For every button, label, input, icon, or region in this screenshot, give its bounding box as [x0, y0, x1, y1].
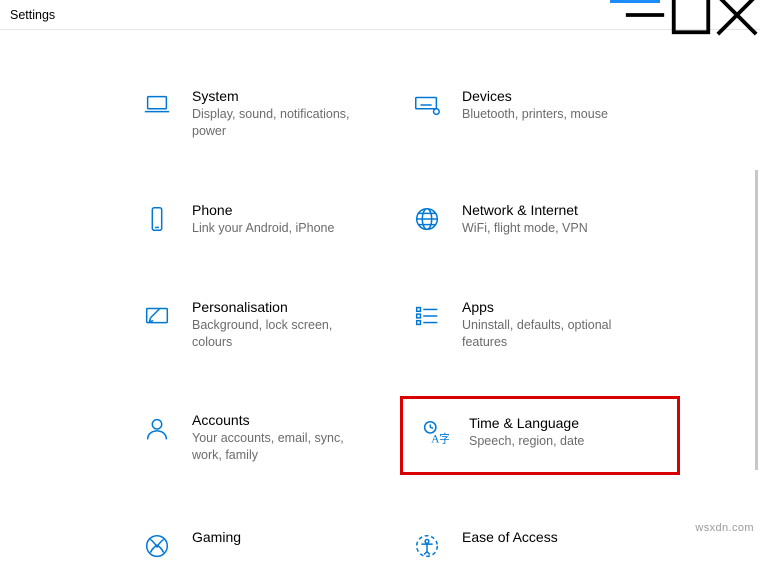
category-title: Gaming	[192, 529, 241, 545]
category-desc: Display, sound, notifications, power	[192, 106, 362, 140]
accent-strip	[610, 0, 660, 3]
category-desc: Your accounts, email, sync, work, family	[192, 430, 362, 464]
category-desc: WiFi, flight mode, VPN	[462, 220, 588, 237]
category-ease-of-access[interactable]: Ease of Access	[400, 521, 680, 571]
accessibility-icon	[410, 529, 444, 563]
category-title: Devices	[462, 88, 608, 104]
category-title: Accounts	[192, 412, 362, 428]
category-desc: Uninstall, defaults, optional features	[462, 317, 632, 351]
category-apps[interactable]: Apps Uninstall, defaults, optional featu…	[400, 291, 680, 359]
category-desc: Bluetooth, printers, mouse	[462, 106, 608, 123]
keyboard-icon	[410, 88, 444, 122]
category-accounts[interactable]: Accounts Your accounts, email, sync, wor…	[130, 404, 390, 475]
settings-grid: System Display, sound, notifications, po…	[0, 30, 760, 571]
globe-icon	[410, 202, 444, 236]
watermark: wsxdn.com	[695, 522, 754, 534]
list-icon	[410, 299, 444, 333]
category-title: System	[192, 88, 362, 104]
window-controls	[622, 0, 760, 29]
category-time-language[interactable]: A字 Time & Language Speech, region, date	[400, 396, 680, 475]
minimize-button[interactable]	[622, 0, 668, 29]
category-personalisation[interactable]: Personalisation Background, lock screen,…	[130, 291, 390, 359]
category-phone[interactable]: Phone Link your Android, iPhone	[130, 194, 390, 245]
paintbrush-icon	[140, 299, 174, 333]
category-system[interactable]: System Display, sound, notifications, po…	[130, 80, 390, 148]
person-icon	[140, 412, 174, 446]
title-bar: Settings	[0, 0, 760, 30]
category-network[interactable]: Network & Internet WiFi, flight mode, VP…	[400, 194, 680, 245]
laptop-icon	[140, 88, 174, 122]
category-desc: Speech, region, date	[469, 433, 584, 450]
category-title: Ease of Access	[462, 529, 558, 545]
phone-icon	[140, 202, 174, 236]
category-title: Phone	[192, 202, 334, 218]
svg-text:A字: A字	[431, 432, 449, 446]
category-title: Network & Internet	[462, 202, 588, 218]
xbox-icon	[140, 529, 174, 563]
category-title: Apps	[462, 299, 632, 315]
category-devices[interactable]: Devices Bluetooth, printers, mouse	[400, 80, 680, 148]
category-desc: Background, lock screen, colours	[192, 317, 362, 351]
category-desc: Link your Android, iPhone	[192, 220, 334, 237]
vertical-scrollbar[interactable]	[755, 170, 758, 470]
category-gaming[interactable]: Gaming	[130, 521, 390, 571]
close-button[interactable]	[714, 0, 760, 29]
maximize-button[interactable]	[668, 0, 714, 29]
category-title: Personalisation	[192, 299, 362, 315]
window-title: Settings	[10, 8, 55, 22]
clock-language-icon: A字	[417, 415, 451, 449]
category-title: Time & Language	[469, 415, 584, 431]
